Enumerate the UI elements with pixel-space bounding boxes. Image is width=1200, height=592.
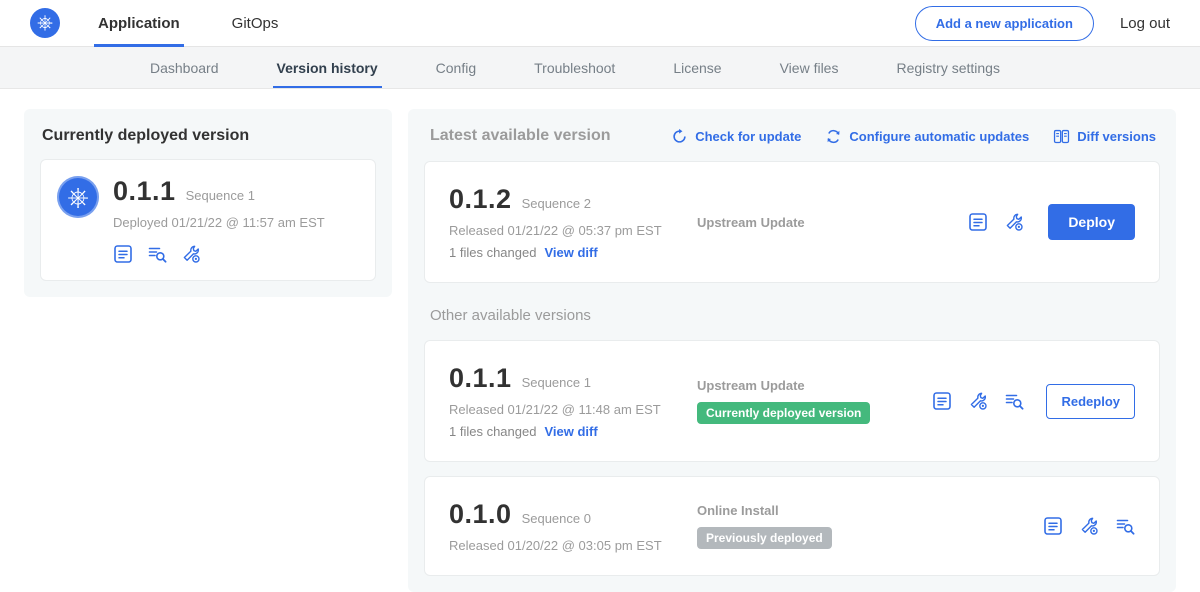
subnav-item-troubleshoot[interactable]: Troubleshoot — [534, 47, 615, 88]
tab-gitops[interactable]: GitOps — [228, 0, 283, 46]
diff-versions-icon — [1053, 128, 1070, 145]
diff-icon[interactable] — [1115, 516, 1135, 536]
subnav-item-dashboard[interactable]: Dashboard — [150, 47, 219, 88]
sequence-label: Sequence 2 — [522, 196, 591, 211]
available-panel-title: Latest available version — [430, 127, 611, 145]
diff-versions-link[interactable]: Diff versions — [1053, 128, 1156, 145]
deployed-version-number: 0.1.1 — [113, 176, 176, 207]
sequence-label: Sequence 0 — [522, 511, 591, 526]
other-versions-title: Other available versions — [430, 307, 1154, 324]
version-source: Upstream Update — [697, 215, 968, 230]
subnav-item-license[interactable]: License — [673, 47, 721, 88]
released-timestamp: Released 01/21/22 @ 05:37 pm EST — [449, 223, 697, 238]
version-card-0-1-1: 0.1.1 Sequence 1 Released 01/21/22 @ 11:… — [424, 340, 1160, 462]
configure-updates-label: Configure automatic updates — [849, 129, 1029, 144]
source-label: Online Install — [697, 503, 779, 518]
deploy-button[interactable]: Deploy — [1048, 204, 1135, 240]
tab-application-label: Application — [98, 15, 180, 32]
version-actions — [1043, 516, 1135, 536]
config-icon[interactable] — [1079, 516, 1099, 536]
source-label: Upstream Update — [697, 378, 805, 393]
version-info: 0.1.2 Sequence 2 Released 01/21/22 @ 05:… — [449, 184, 697, 260]
sequence-label: Sequence 1 — [522, 375, 591, 390]
check-for-update-label: Check for update — [695, 129, 801, 144]
tab-gitops-label: GitOps — [232, 15, 279, 32]
top-bar: ⎈ Application GitOps Add a new applicati… — [0, 0, 1200, 47]
subnav-item-view-files[interactable]: View files — [780, 47, 839, 88]
configure-updates-link[interactable]: Configure automatic updates — [825, 128, 1029, 145]
kubernetes-logo-icon: ⎈ — [30, 8, 60, 38]
main-content: Currently deployed version ⎈ 0.1.1 Seque… — [0, 89, 1200, 592]
available-panel-actions: Check for update Configure automatic upd… — [671, 128, 1156, 145]
release-notes-icon[interactable] — [1043, 516, 1063, 536]
version-number: 0.1.2 — [449, 184, 512, 215]
auto-update-icon — [825, 128, 842, 145]
version-actions: Deploy — [968, 204, 1135, 240]
subnav-item-registry-settings[interactable]: Registry settings — [896, 47, 999, 88]
config-icon[interactable] — [968, 391, 988, 411]
subnav-item-config[interactable]: Config — [436, 47, 476, 88]
diff-icon[interactable] — [147, 244, 167, 264]
version-source: Upstream Update Currently deployed versi… — [697, 378, 932, 424]
currently-deployed-panel: Currently deployed version ⎈ 0.1.1 Seque… — [24, 109, 392, 297]
deployed-version-card: ⎈ 0.1.1 Sequence 1 Deployed 01/21/22 @ 1… — [40, 159, 376, 281]
diff-versions-label: Diff versions — [1077, 129, 1156, 144]
deployed-panel-title: Currently deployed version — [42, 127, 374, 145]
view-diff-link[interactable]: View diff — [544, 245, 597, 260]
app-kubernetes-icon: ⎈ — [57, 176, 99, 218]
previously-deployed-badge: Previously deployed — [697, 527, 832, 549]
available-panel-header: Latest available version Check for updat… — [430, 127, 1156, 145]
currently-deployed-badge: Currently deployed version — [697, 402, 870, 424]
app-subnav: Dashboard Version history Config Trouble… — [0, 47, 1200, 89]
version-source: Online Install Previously deployed — [697, 503, 1043, 549]
version-number: 0.1.0 — [449, 499, 512, 530]
deployed-actions — [113, 244, 325, 264]
version-info: 0.1.1 Sequence 1 Released 01/21/22 @ 11:… — [449, 363, 697, 439]
check-for-update-link[interactable]: Check for update — [671, 128, 801, 145]
subnav-item-version-history[interactable]: Version history — [277, 47, 378, 88]
files-changed-label: 1 files changed — [449, 245, 536, 260]
source-label: Upstream Update — [697, 215, 805, 230]
release-notes-icon[interactable] — [113, 244, 133, 264]
config-icon[interactable] — [181, 244, 201, 264]
released-timestamp: Released 01/21/22 @ 11:48 am EST — [449, 402, 697, 417]
deployed-timestamp: Deployed 01/21/22 @ 11:57 am EST — [113, 215, 325, 230]
refresh-icon — [671, 128, 688, 145]
version-card-latest: 0.1.2 Sequence 2 Released 01/21/22 @ 05:… — [424, 161, 1160, 283]
release-notes-icon[interactable] — [932, 391, 952, 411]
config-icon[interactable] — [1004, 212, 1024, 232]
version-actions: Redeploy — [932, 384, 1135, 419]
add-application-button[interactable]: Add a new application — [915, 6, 1094, 41]
version-number: 0.1.1 — [449, 363, 512, 394]
deployed-sequence-label: Sequence 1 — [186, 188, 255, 203]
topbar-right: Add a new application Log out — [915, 0, 1170, 46]
files-changed-label: 1 files changed — [449, 424, 536, 439]
diff-icon[interactable] — [1004, 391, 1024, 411]
tab-application[interactable]: Application — [94, 0, 184, 46]
release-notes-icon[interactable] — [968, 212, 988, 232]
version-info: 0.1.0 Sequence 0 Released 01/20/22 @ 03:… — [449, 499, 697, 553]
deployed-version-body: 0.1.1 Sequence 1 Deployed 01/21/22 @ 11:… — [113, 176, 325, 264]
redeploy-button[interactable]: Redeploy — [1046, 384, 1135, 419]
version-card-0-1-0: 0.1.0 Sequence 0 Released 01/20/22 @ 03:… — [424, 476, 1160, 576]
view-diff-link[interactable]: View diff — [544, 424, 597, 439]
available-versions-panel: Latest available version Check for updat… — [408, 109, 1176, 592]
logout-link[interactable]: Log out — [1120, 15, 1170, 32]
released-timestamp: Released 01/20/22 @ 03:05 pm EST — [449, 538, 697, 553]
